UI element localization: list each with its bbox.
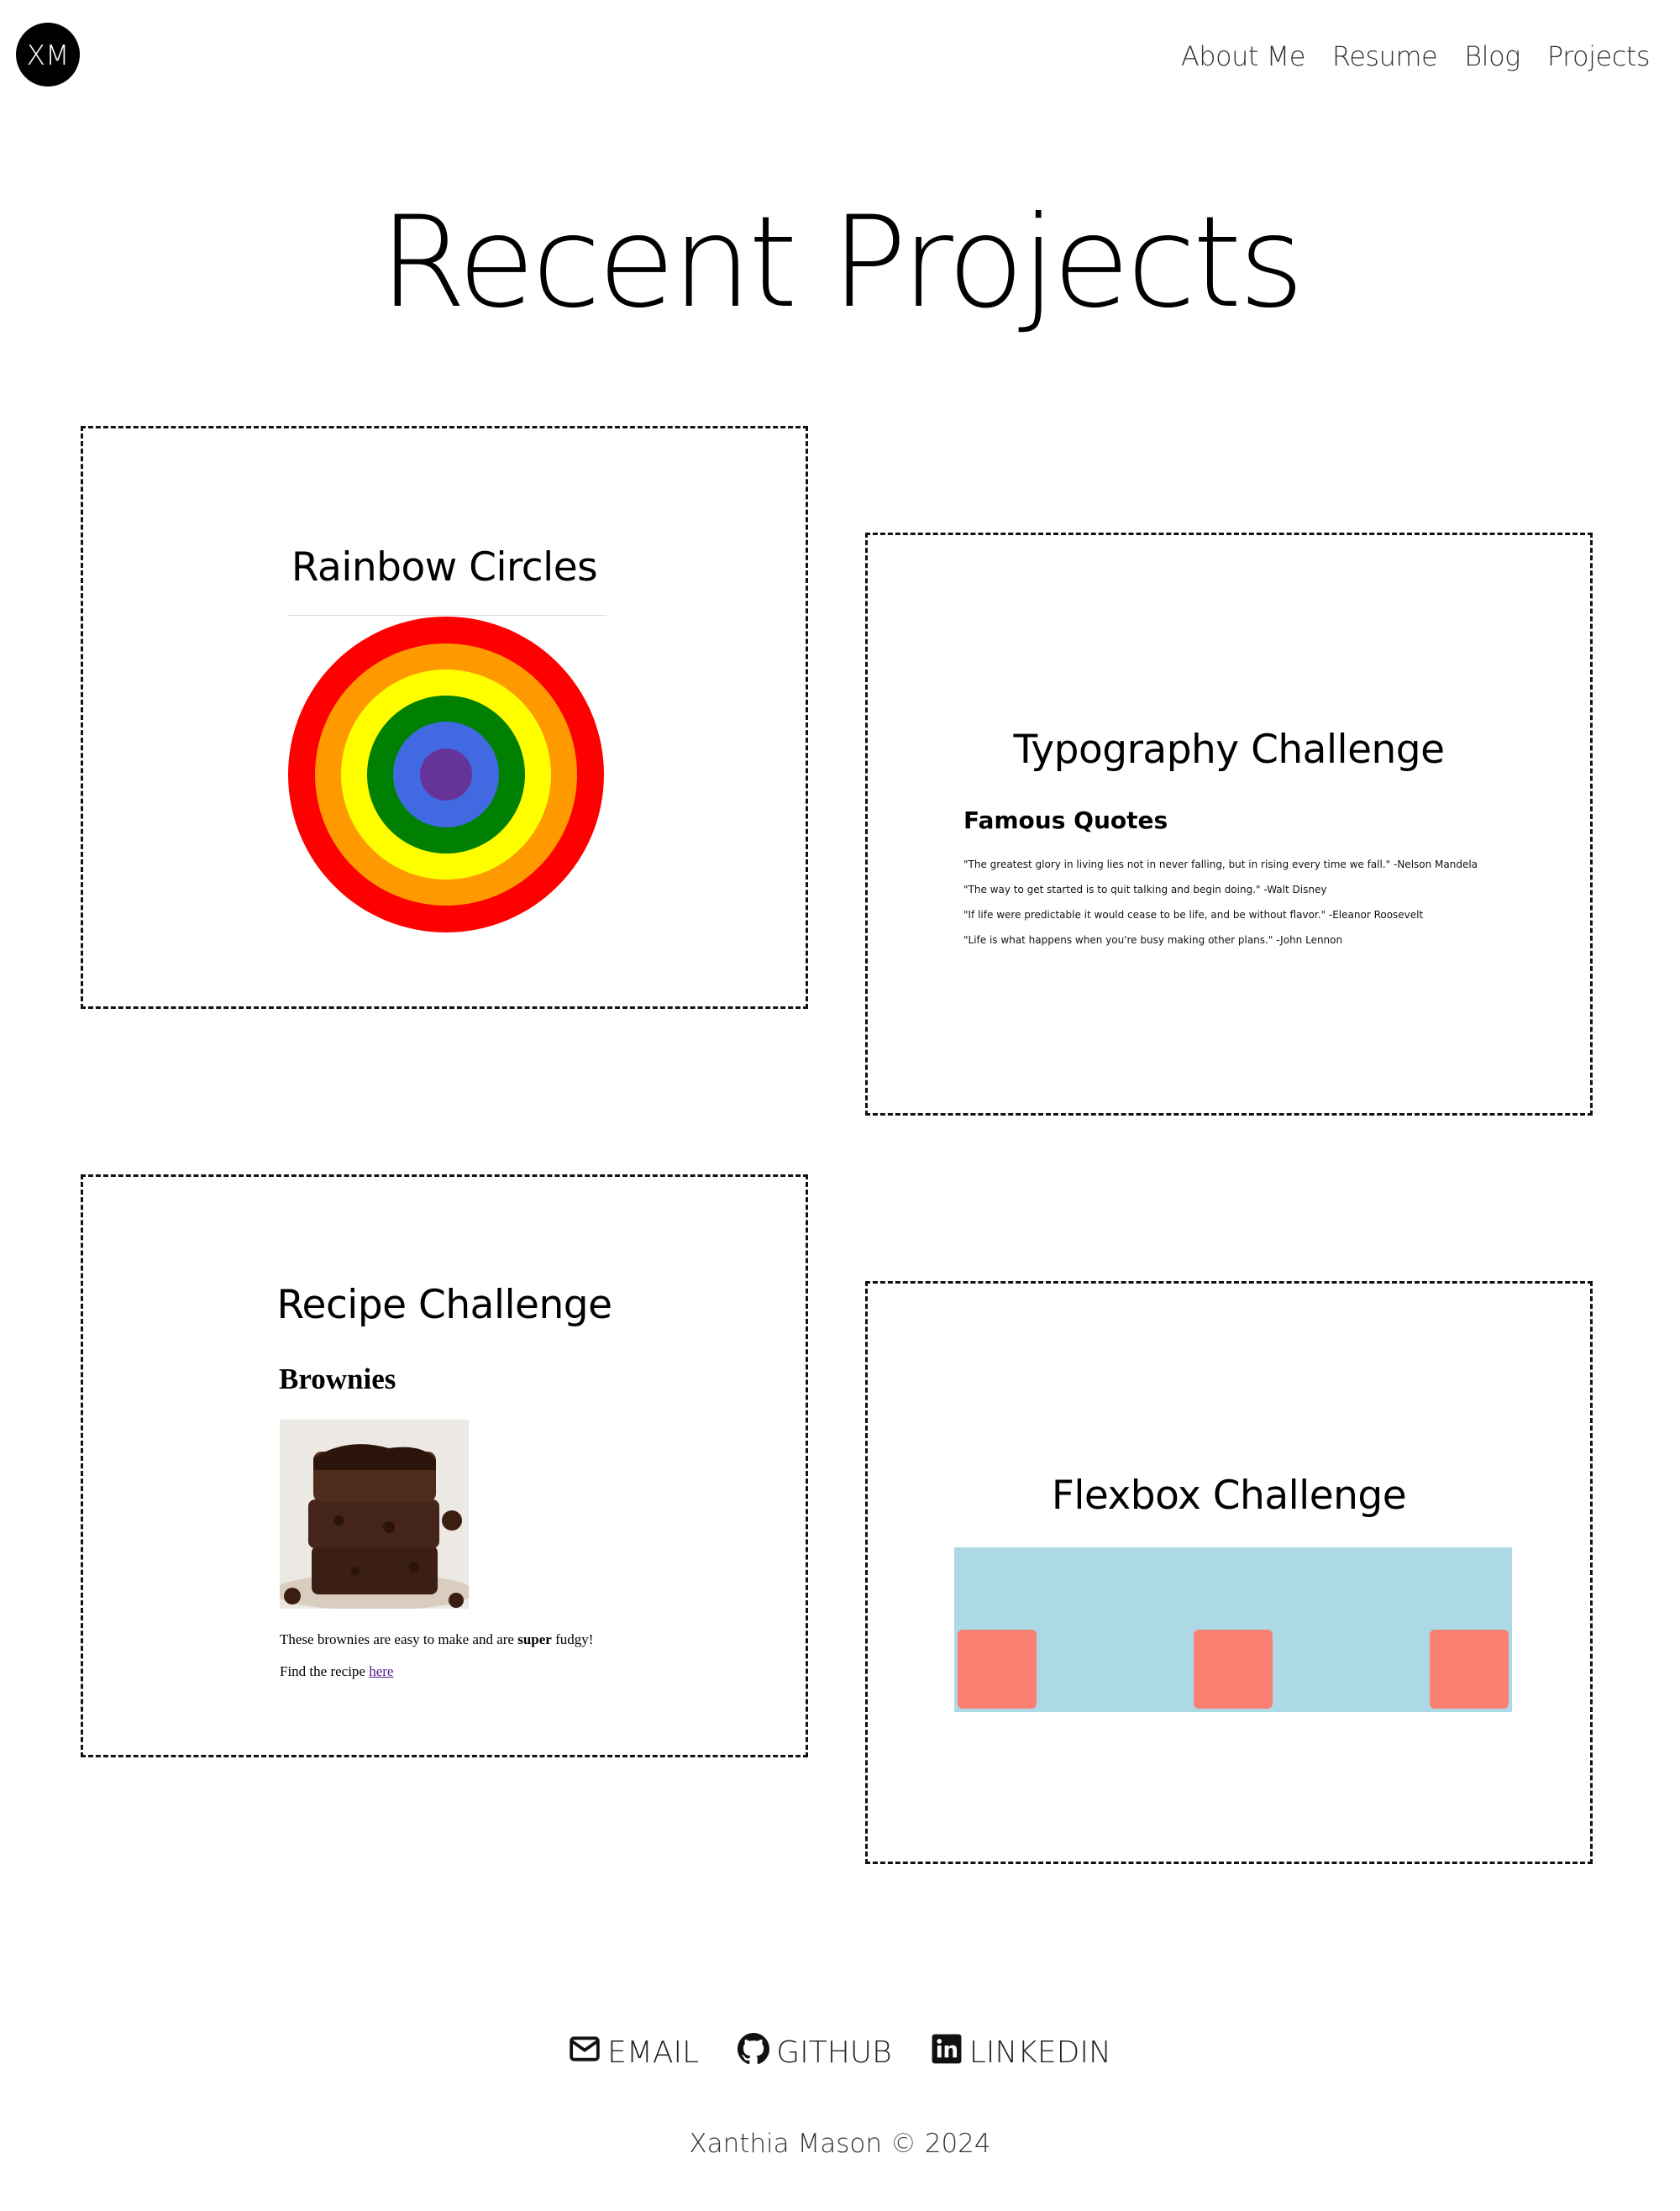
card-title: Typography Challenge (1013, 727, 1445, 773)
nav-blog[interactable]: Blog (1464, 40, 1520, 72)
quote: "Life is what happens when you're busy m… (963, 934, 1343, 946)
rainbow-ring (288, 617, 604, 932)
quotes-list: "The greatest glory in living lies not i… (963, 852, 1478, 953)
rainbow-ring (341, 670, 551, 880)
project-card-flexbox-challenge[interactable]: Flexbox Challenge (865, 1281, 1593, 1864)
github-link[interactable]: GITHUB (738, 2033, 892, 2072)
famous-quotes-heading: Famous Quotes (963, 806, 1168, 834)
email-label: EMAIL (607, 2035, 700, 2070)
recipe-heading: Brownies (279, 1363, 396, 1395)
rainbow-ring (393, 722, 499, 827)
main-nav: About Me Resume Blog Projects (1181, 40, 1651, 72)
linkedin-link[interactable]: LINKEDIN (931, 2033, 1111, 2072)
github-label: GITHUB (776, 2035, 892, 2070)
logo[interactable]: XM (16, 23, 80, 87)
flex-item (958, 1630, 1037, 1709)
divider (287, 615, 606, 616)
linkedin-label: LINKEDIN (969, 2035, 1111, 2070)
flex-item (1194, 1630, 1273, 1709)
recipe-text: These brownies are easy to make and are … (280, 1624, 593, 1688)
github-icon (738, 2033, 770, 2072)
copyright: Xanthia Mason © 2024 (689, 2129, 991, 2159)
quote: "The way to get started is to quit talki… (963, 884, 1327, 895)
card-title: Recipe Challenge (276, 1282, 612, 1328)
recipe-link[interactable]: here (369, 1663, 393, 1679)
nav-resume[interactable]: Resume (1332, 40, 1438, 72)
project-card-recipe-challenge[interactable]: Recipe Challenge Brownies These brownies… (81, 1174, 808, 1757)
rainbow-ring (420, 748, 472, 801)
brownie-image (280, 1420, 469, 1609)
card-title: Flexbox Challenge (1051, 1473, 1407, 1519)
project-card-rainbow-circles[interactable]: Rainbow Circles (81, 426, 808, 1009)
quote: "The greatest glory in living lies not i… (963, 859, 1478, 870)
flex-item (1430, 1630, 1509, 1709)
social-links: EMAIL GITHUB LINKEDIN (0, 2033, 1680, 2072)
nav-about-me[interactable]: About Me (1181, 40, 1306, 72)
quote: "If life were predictable it would cease… (963, 909, 1424, 921)
recipe-link-line: Find the recipe here (280, 1663, 394, 1679)
project-card-typography-challenge[interactable]: Typography Challenge Famous Quotes "The … (865, 533, 1593, 1116)
linkedin-icon (931, 2033, 963, 2072)
card-title: Rainbow Circles (291, 544, 598, 591)
rainbow-circles-graphic (288, 617, 604, 932)
email-link[interactable]: EMAIL (569, 2033, 699, 2072)
envelope-icon (569, 2033, 601, 2072)
recipe-description: These brownies are easy to make and are … (280, 1631, 594, 1647)
nav-projects[interactable]: Projects (1547, 40, 1651, 72)
flex-container (954, 1547, 1512, 1712)
rainbow-ring (315, 643, 577, 906)
rainbow-ring (367, 696, 525, 853)
page-title: Recent Projects (379, 190, 1304, 336)
